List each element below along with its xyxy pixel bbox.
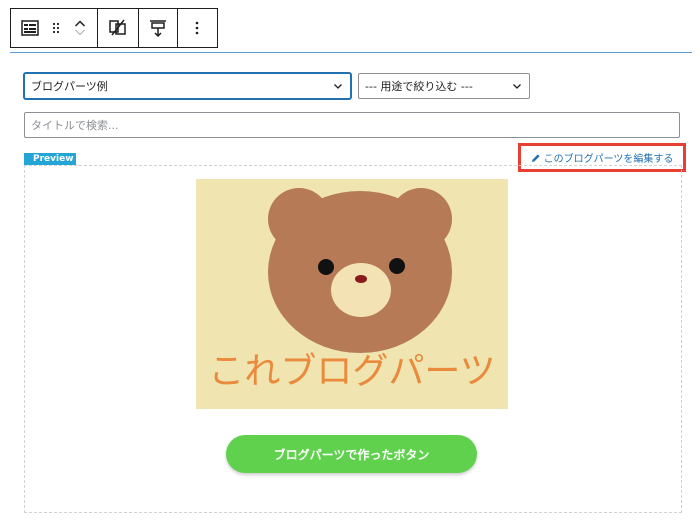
block-mover xyxy=(63,9,97,47)
drag-handle[interactable] xyxy=(49,9,63,47)
transform-button[interactable] xyxy=(98,9,138,47)
more-options-icon xyxy=(195,21,199,35)
toolbar-group-transform xyxy=(98,9,139,47)
blog-parts-button-label: ブログパーツで作ったボタン xyxy=(273,447,430,462)
bear-nose xyxy=(355,275,367,283)
pencil-icon xyxy=(531,153,540,162)
blog-parts-select[interactable]: ブログパーツ例 xyxy=(24,73,351,99)
align-icon xyxy=(150,20,166,38)
usage-filter-select[interactable]: --- 用途で絞り込む --- xyxy=(358,73,530,99)
move-down-icon[interactable] xyxy=(74,28,86,37)
align-button[interactable] xyxy=(139,9,177,47)
edit-blog-part-link-label: このブログパーツを編集する xyxy=(543,154,674,165)
bear-right-eye xyxy=(389,258,405,274)
bear-left-eye xyxy=(318,259,334,275)
blog-parts-button[interactable]: ブログパーツで作ったボタン xyxy=(226,435,477,473)
title-search-input[interactable] xyxy=(24,112,680,138)
block-type-button[interactable] xyxy=(11,9,49,47)
usage-filter-select-value: --- 用途で絞り込む --- xyxy=(365,80,473,93)
block-selection-rule xyxy=(10,52,692,53)
toolbar-group-more xyxy=(178,9,216,47)
image-handwritten-text: これブログパーツ xyxy=(208,351,495,392)
more-options-button[interactable] xyxy=(178,9,216,47)
bear-illustration-image: これブログパーツ xyxy=(196,179,508,409)
toolbar-group-block xyxy=(11,9,98,47)
drag-handle-icon xyxy=(52,22,60,34)
block-type-icon xyxy=(21,20,39,36)
blog-parts-select-value: ブログパーツ例 xyxy=(31,80,108,93)
bear-muzzle xyxy=(331,263,391,317)
toolbar-group-align xyxy=(139,9,178,47)
chevron-down-icon xyxy=(513,84,521,89)
move-up-icon[interactable] xyxy=(74,19,86,28)
chevron-down-icon xyxy=(334,84,342,89)
preview-tag: Preview xyxy=(24,153,76,165)
transform-icon xyxy=(109,19,126,36)
block-toolbar xyxy=(10,8,218,48)
